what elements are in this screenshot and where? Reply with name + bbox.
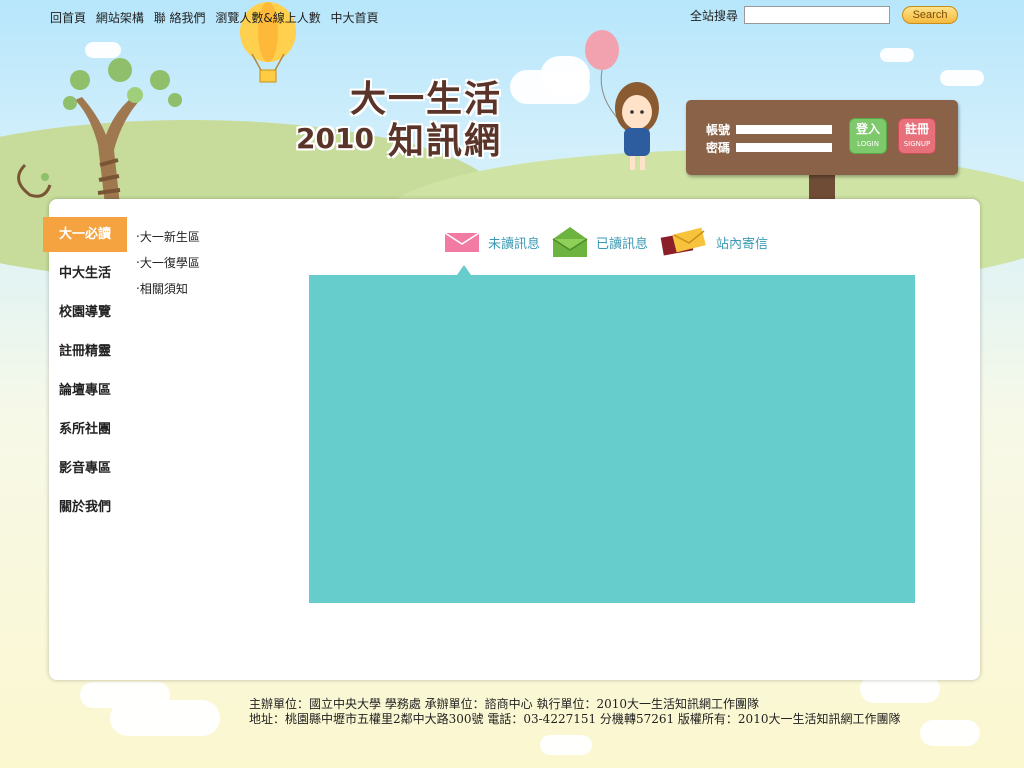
tab-send-mail[interactable]: 站內寄信 xyxy=(660,227,768,257)
visitor-count-link[interactable]: 瀏覽人數&線上人數 xyxy=(215,11,320,25)
green-open-envelope-icon xyxy=(552,227,588,257)
active-tab-pointer xyxy=(457,265,471,275)
password-row: 密碼 xyxy=(706,139,833,156)
home-link[interactable]: 回首頁 xyxy=(50,11,86,25)
site-title-line2: 知訊網 xyxy=(388,120,503,162)
search-input[interactable] xyxy=(744,6,891,24)
sidebar-item-freshman-must-read[interactable]: 大一必讀 xyxy=(43,217,127,252)
sub-navigation: ‧大一新生區 ‧大一復學區 ‧相關須知 xyxy=(136,228,200,306)
account-input[interactable] xyxy=(736,125,833,134)
sidebar-item-ncu-life[interactable]: 中大生活 xyxy=(43,256,133,291)
sidebar-item-registration-wizard[interactable]: 註冊精靈 xyxy=(43,334,133,369)
ncu-home-link[interactable]: 中大首頁 xyxy=(331,11,379,25)
site-search: 全站搜尋 Search xyxy=(690,6,959,24)
site-title-year: 2010 xyxy=(296,122,374,155)
sitemap-link[interactable]: 網站架構 xyxy=(96,11,144,25)
footer-organizers: 主辦單位：國立中央大學 學務處 承辦單位：諮商中心 執行單位：2010大一生活知… xyxy=(249,697,759,711)
login-button[interactable]: 登入 LOGIN xyxy=(849,118,887,154)
tab-read-messages[interactable]: 已讀訊息 xyxy=(552,226,648,258)
contact-us-link[interactable]: 聯 絡我們 xyxy=(154,11,206,25)
subnav-item-new-student[interactable]: ‧大一新生區 xyxy=(136,228,200,254)
subnav-item-returning-student[interactable]: ‧大一復學區 xyxy=(136,254,200,280)
tab-send-mail-label: 站內寄信 xyxy=(716,236,769,252)
message-tabs: 未讀訊息 已讀訊息 站內寄信 xyxy=(444,226,780,258)
footer: 主辦單位：國立中央大學 學務處 承辦單位：諮商中心 執行單位：2010大一生活知… xyxy=(249,697,900,727)
tree-illustration xyxy=(17,58,182,205)
subnav-item-related-notes[interactable]: ‧相關須知 xyxy=(136,280,200,306)
signup-button[interactable]: 註冊 SIGNUP xyxy=(898,118,936,154)
tab-unread-label: 未讀訊息 xyxy=(488,236,541,252)
sidebar-item-media[interactable]: 影音專區 xyxy=(43,451,133,486)
tab-read-label: 已讀訊息 xyxy=(596,236,649,252)
tab-unread-messages[interactable]: 未讀訊息 xyxy=(444,231,540,253)
girl-with-balloon-illustration xyxy=(585,30,659,170)
password-input[interactable] xyxy=(736,143,833,152)
account-label: 帳號 xyxy=(706,123,731,137)
sidebar-item-campus-guide[interactable]: 校園導覽 xyxy=(43,295,133,330)
sidebar-item-forum[interactable]: 論壇專區 xyxy=(43,373,133,408)
account-row: 帳號 xyxy=(706,121,833,138)
login-board-post xyxy=(809,175,835,201)
login-panel: 帳號 密碼 登入 LOGIN 註冊 SIGNUP xyxy=(686,100,958,175)
message-content-area xyxy=(309,275,915,603)
search-button[interactable]: Search xyxy=(902,6,959,24)
send-mail-icon xyxy=(660,227,706,256)
pink-envelope-icon xyxy=(444,232,480,252)
password-label: 密碼 xyxy=(706,141,731,155)
sidebar-nav: 大一必讀 中大生活 校園導覽 註冊精靈 論壇專區 系所社團 影音專區 關於我們 xyxy=(43,217,133,529)
sidebar-item-departments-clubs[interactable]: 系所社團 xyxy=(43,412,133,447)
search-label: 全站搜尋 xyxy=(690,8,739,23)
sidebar-item-about-us[interactable]: 關於我們 xyxy=(43,490,133,525)
top-navigation: 回首頁 網站架構 聯 絡我們 瀏覽人數&線上人數 中大首頁 xyxy=(50,9,385,26)
footer-address: 地址：桃園縣中壢市五權里2鄰中大路300號 電話：03-4227151 分機轉5… xyxy=(249,712,901,726)
